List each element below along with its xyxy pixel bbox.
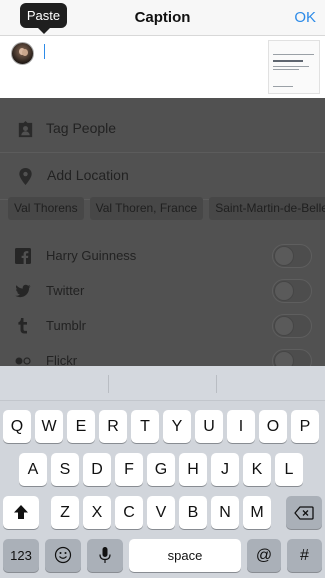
dictation-key[interactable] xyxy=(87,539,123,572)
tag-people-row[interactable]: Tag People xyxy=(0,106,325,153)
delete-key[interactable] xyxy=(286,496,322,529)
add-location-label: Add Location xyxy=(47,167,129,183)
tumblr-icon xyxy=(18,318,27,334)
emoji-icon xyxy=(54,546,72,564)
key-c[interactable]: C xyxy=(115,496,143,529)
key-o[interactable]: O xyxy=(259,410,287,443)
suggestion-divider xyxy=(108,375,109,393)
facebook-icon xyxy=(15,248,31,264)
tumblr-toggle[interactable] xyxy=(272,314,312,338)
facebook-toggle[interactable] xyxy=(272,244,312,268)
add-location-row[interactable]: Add Location xyxy=(0,153,325,200)
numbers-key[interactable]: 123 xyxy=(3,539,39,572)
share-label: Flickr xyxy=(46,353,78,366)
toggle-knob xyxy=(274,281,294,301)
thumbnail-text-line xyxy=(273,66,309,67)
location-suggestions: Val Thorens Val Thoren, France Saint-Marti… xyxy=(8,197,325,221)
text-caret xyxy=(44,44,45,59)
thumbnail-text-line xyxy=(273,54,314,55)
key-n[interactable]: N xyxy=(211,496,239,529)
paste-bubble-arrow xyxy=(37,27,51,34)
emoji-key[interactable] xyxy=(45,539,81,572)
toggle-knob xyxy=(274,246,294,266)
caption-area xyxy=(0,36,325,98)
caption-input[interactable] xyxy=(48,41,248,61)
key-h[interactable]: H xyxy=(179,453,207,486)
key-e[interactable]: E xyxy=(67,410,95,443)
shift-key[interactable] xyxy=(3,496,39,529)
key-a[interactable]: A xyxy=(19,453,47,486)
at-key[interactable]: @ xyxy=(247,539,281,572)
paste-button[interactable]: Paste xyxy=(20,3,67,28)
flickr-toggle[interactable] xyxy=(272,349,312,366)
key-s[interactable]: S xyxy=(51,453,79,486)
key-p[interactable]: P xyxy=(291,410,319,443)
twitter-icon xyxy=(15,284,31,298)
key-i[interactable]: I xyxy=(227,410,255,443)
twitter-toggle[interactable] xyxy=(272,279,312,303)
shift-icon xyxy=(14,505,28,519)
share-label: Harry Guinness xyxy=(46,248,137,263)
flickr-icon xyxy=(15,357,31,365)
share-label: Twitter xyxy=(46,283,85,298)
space-key[interactable]: space xyxy=(129,539,241,572)
keyboard: Q W E R T Y U I O P A S D F G H J K L Z … xyxy=(0,366,325,578)
location-chip[interactable]: Val Thorens xyxy=(8,197,84,220)
location-pin-icon xyxy=(19,167,32,186)
key-d[interactable]: D xyxy=(83,453,111,486)
thumbnail-text-line xyxy=(273,69,299,70)
avatar xyxy=(11,42,34,65)
key-l[interactable]: L xyxy=(275,453,303,486)
toggle-knob xyxy=(274,316,294,336)
key-k[interactable]: K xyxy=(243,453,271,486)
share-row-flickr: Flickr xyxy=(0,344,325,366)
key-t[interactable]: T xyxy=(131,410,159,443)
keyboard-suggestion-bar xyxy=(0,366,325,401)
key-v[interactable]: V xyxy=(147,496,175,529)
key-g[interactable]: G xyxy=(147,453,175,486)
ok-button[interactable]: OK xyxy=(294,9,316,26)
toggle-knob xyxy=(274,351,294,366)
tag-people-label: Tag People xyxy=(46,120,117,136)
key-x[interactable]: X xyxy=(83,496,111,529)
key-z[interactable]: Z xyxy=(51,496,79,529)
share-row-tumblr: Tumblr xyxy=(0,309,325,343)
suggestion-divider xyxy=(216,375,217,393)
location-chip[interactable]: Saint-Martin-de-Belle xyxy=(209,197,325,220)
thumbnail-text-line xyxy=(273,60,303,62)
backspace-icon xyxy=(294,506,314,520)
key-w[interactable]: W xyxy=(35,410,63,443)
key-f[interactable]: F xyxy=(115,453,143,486)
hash-key[interactable]: # xyxy=(287,539,322,572)
location-chip[interactable]: Val Thoren, France xyxy=(89,197,204,220)
share-row-twitter: Twitter xyxy=(0,274,325,308)
tag-person-icon xyxy=(18,120,33,138)
microphone-icon xyxy=(99,547,111,563)
thumbnail-text-line xyxy=(273,86,293,87)
key-r[interactable]: R xyxy=(99,410,127,443)
key-b[interactable]: B xyxy=(179,496,207,529)
key-m[interactable]: M xyxy=(243,496,271,529)
key-j[interactable]: J xyxy=(211,453,239,486)
dimmed-options-overlay: Tag People Add Location Val Thorens Val T… xyxy=(0,98,325,366)
share-label: Tumblr xyxy=(46,318,86,333)
key-u[interactable]: U xyxy=(195,410,223,443)
share-row-facebook: Harry Guinness xyxy=(0,239,325,273)
key-y[interactable]: Y xyxy=(163,410,191,443)
post-thumbnail xyxy=(268,40,320,94)
key-q[interactable]: Q xyxy=(3,410,31,443)
